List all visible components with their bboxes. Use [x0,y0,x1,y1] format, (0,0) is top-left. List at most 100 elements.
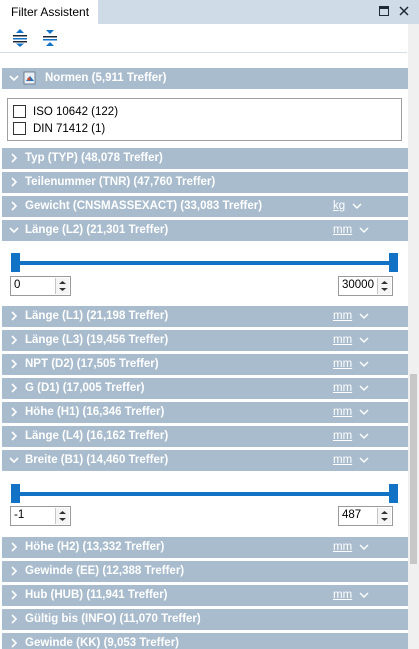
chevron-right-icon [11,590,18,600]
chevron-down-icon[interactable] [359,227,369,234]
group-header-hoehe-h1[interactable]: Höhe (H1) (16,346 Treffer) mm [2,402,408,423]
group-header-laenge-l1[interactable]: Länge (L1) (21,198 Treffer) mm [2,306,408,327]
group-label: G (D1) (17,005 Treffer) [25,382,145,394]
chevron-down-icon [9,457,19,464]
range-slider-min-handle[interactable] [11,484,20,503]
norm-document-icon [23,71,36,85]
group-label: Länge (L3) (19,456 Treffer) [25,334,169,346]
range-slider-track[interactable] [14,261,396,265]
group-label: Normen (5,911 Treffer) [45,72,167,84]
chevron-right-icon [11,431,18,441]
panel-title: Filter Assistent [11,5,90,19]
group-header-laenge-l2[interactable]: Länge (L2) (21,301 Treffer) mm [2,220,408,241]
range-min-input[interactable]: 0 [10,276,71,296]
spin-arrows[interactable] [377,508,391,524]
chevron-right-icon [11,335,18,345]
chevron-right-icon [11,311,18,321]
unit-selector[interactable]: kg [333,200,345,212]
checkbox[interactable] [13,122,26,135]
group-header-breite-b1[interactable]: Breite (B1) (14,460 Treffer) mm [2,450,408,471]
panel-title-tab[interactable]: Filter Assistent [0,0,98,26]
chevron-right-icon [11,614,18,624]
group-header-laenge-l4[interactable]: Länge (L4) (16,162 Treffer) mm [2,426,408,447]
range-min-value: 0 [14,279,21,291]
chevron-down-icon[interactable] [359,433,369,440]
checkbox-option[interactable]: DIN 71412 (1) [13,121,105,136]
restore-window-icon[interactable] [376,3,392,19]
range-max-input[interactable]: 30000 [338,276,393,296]
range-min-input[interactable]: -1 [10,506,71,526]
chevron-right-icon [11,407,18,417]
checkbox-option[interactable]: ISO 10642 (122) [13,104,118,119]
unit-selector[interactable]: mm [333,454,352,466]
unit-selector[interactable]: mm [333,224,352,236]
chevron-right-icon [11,383,18,393]
collapse-all-icon[interactable] [40,28,60,48]
filter-list[interactable]: Normen (5,911 Treffer) ISO 10642 (122) D… [0,52,408,649]
spin-arrows[interactable] [55,508,69,524]
chevron-down-icon[interactable] [359,457,369,464]
group-header-gewinde-ee[interactable]: Gewinde (EE) (12,388 Treffer) [2,561,408,582]
spin-arrows[interactable] [55,278,69,294]
group-header-npt[interactable]: NPT (D2) (17,505 Treffer) mm [2,354,408,375]
chevron-down-icon[interactable] [359,544,369,551]
expand-all-icon[interactable] [10,28,30,48]
checkbox[interactable] [13,105,26,118]
chevron-right-icon [11,153,18,163]
chevron-right-icon [11,638,18,648]
unit-selector[interactable]: mm [333,406,352,418]
group-label: Länge (L2) (21,301 Treffer) [25,224,169,236]
group-label: Gewicht (CNSMASSEXACT) (33,083 Treffer) [25,200,263,212]
group-header-gewicht[interactable]: Gewicht (CNSMASSEXACT) (33,083 Treffer) … [2,196,408,217]
group-header-teilenummer[interactable]: Teilenummer (TNR) (47,760 Treffer) [2,172,408,193]
normen-options-panel: ISO 10642 (122) DIN 71412 (1) [7,98,402,141]
unit-selector[interactable]: mm [333,589,352,601]
chevron-down-icon[interactable] [359,337,369,344]
range-max-value: 487 [342,509,362,521]
group-header-gewinde-kk[interactable]: Gewinde (KK) (9,053 Treffer) [2,633,408,649]
group-label: Breite (B1) (14,460 Treffer) [25,454,169,466]
unit-selector[interactable]: mm [333,310,352,322]
group-label: Länge (L4) (16,162 Treffer) [25,430,169,442]
unit-selector[interactable]: mm [333,334,352,346]
unit-selector[interactable]: mm [333,430,352,442]
group-header-normen[interactable]: Normen (5,911 Treffer) [2,68,408,89]
checkbox-label: ISO 10642 (122) [33,105,119,118]
vertical-scrollbar[interactable] [408,24,419,649]
chevron-right-icon [11,566,18,576]
range-slider-track[interactable] [14,492,396,496]
close-icon[interactable] [396,3,412,19]
chevron-down-icon [9,75,19,82]
unit-selector[interactable]: mm [333,358,352,370]
chevron-down-icon[interactable] [359,409,369,416]
range-slider-max-handle[interactable] [389,253,398,272]
chevron-down-icon[interactable] [359,592,369,599]
group-header-hub[interactable]: Hub (HUB) (11,941 Treffer) mm [2,585,408,606]
group-label: Gewinde (KK) (9,053 Treffer) [25,637,180,649]
group-label: Teilenummer (TNR) (47,760 Treffer) [25,176,216,188]
range-max-input[interactable]: 487 [338,506,393,526]
chevron-down-icon[interactable] [359,313,369,320]
chevron-down-icon[interactable] [352,203,362,210]
group-header-typ[interactable]: Typ (TYP) (48,078 Treffer) [2,148,408,169]
toolbar [0,24,407,53]
range-slider-min-handle[interactable] [11,253,20,272]
chevron-right-icon [11,542,18,552]
group-label: Hub (HUB) (11,941 Treffer) [25,589,168,601]
range-max-value: 30000 [342,279,374,291]
chevron-right-icon [11,201,18,211]
unit-selector[interactable]: mm [333,541,352,553]
unit-selector[interactable]: mm [333,382,352,394]
chevron-down-icon [9,227,19,234]
spin-arrows[interactable] [377,278,391,294]
group-header-laenge-l3[interactable]: Länge (L3) (19,456 Treffer) mm [2,330,408,351]
group-header-gueltig-bis[interactable]: Gültig bis (INFO) (11,070 Treffer) [2,609,408,630]
scrollbar-thumb[interactable] [410,374,417,564]
group-header-hoehe-h2[interactable]: Höhe (H2) (13,332 Treffer) mm [2,537,408,558]
panel-titlebar: Filter Assistent [0,0,419,26]
group-header-g[interactable]: G (D1) (17,005 Treffer) mm [2,378,408,399]
group-label: NPT (D2) (17,505 Treffer) [25,358,159,370]
chevron-down-icon[interactable] [359,385,369,392]
range-slider-max-handle[interactable] [389,484,398,503]
chevron-down-icon[interactable] [359,361,369,368]
